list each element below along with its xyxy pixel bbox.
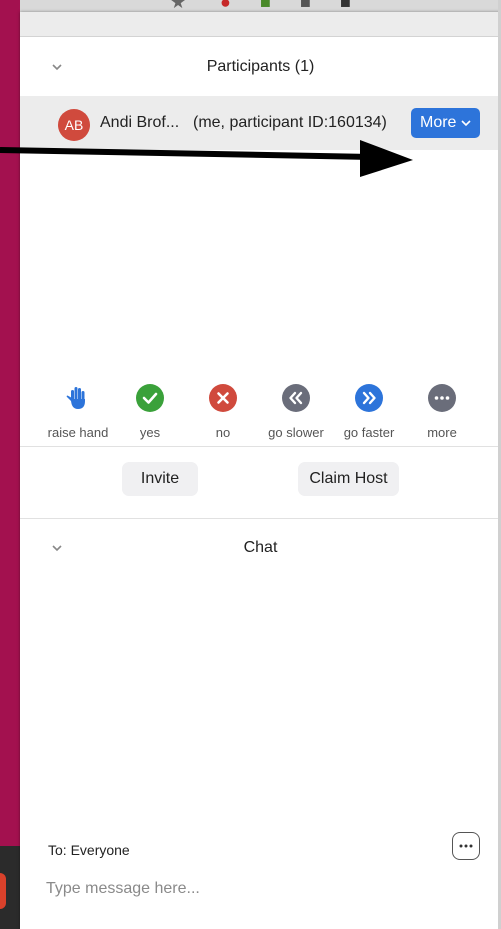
star-icon: ★	[170, 0, 187, 12]
go-slower-button[interactable]: go slower	[261, 384, 331, 440]
check-icon	[136, 384, 164, 412]
background-browser-toolbar: ★ ● ■ ■ ■	[20, 0, 501, 12]
divider	[20, 518, 501, 519]
more-reactions-button[interactable]: more	[407, 384, 477, 440]
chat-title: Chat	[243, 539, 278, 556]
reaction-label: no	[215, 425, 231, 440]
more-button-label: More	[420, 114, 457, 131]
invite-button[interactable]: Invite	[122, 462, 198, 496]
claim-host-button[interactable]: Claim Host	[298, 462, 399, 496]
chat-recipient-selector[interactable]: To: Everyone	[48, 842, 130, 858]
participant-detail: (me, participant ID:160134)	[193, 114, 387, 131]
no-button[interactable]: no	[188, 384, 258, 440]
chat-header: Chat	[20, 527, 501, 571]
extension-icon: ■	[340, 0, 351, 12]
x-icon	[209, 384, 237, 412]
more-button[interactable]: More	[411, 108, 480, 138]
ellipsis-icon	[428, 384, 456, 412]
background-app-icon	[0, 873, 6, 909]
reaction-bar: raise hand yes no go slower go faster mo…	[20, 384, 501, 444]
reaction-label: go faster	[343, 425, 395, 440]
reaction-label: yes	[139, 425, 161, 440]
divider	[20, 446, 501, 447]
raise-hand-button[interactable]: raise hand	[43, 384, 113, 440]
window-title-bar[interactable]	[20, 12, 501, 37]
raised-hand-icon	[66, 387, 85, 409]
extension-icon: ●	[220, 0, 231, 12]
extension-icon: ■	[300, 0, 311, 12]
ellipsis-icon	[459, 844, 473, 848]
participant-row[interactable]: AB Andi Brof... (me, participant ID:1601…	[20, 96, 501, 150]
participants-title: Participants (1)	[206, 58, 315, 75]
fast-forward-icon	[355, 384, 383, 412]
reaction-label: go slower	[268, 425, 324, 440]
extension-icon: ■	[260, 0, 271, 12]
chevron-down-icon	[461, 120, 471, 127]
participants-header: Participants (1)	[20, 46, 501, 90]
avatar: AB	[58, 109, 90, 141]
participants-chat-panel: Participants (1) AB Andi Brof... (me, pa…	[20, 12, 501, 929]
go-faster-button[interactable]: go faster	[334, 384, 404, 440]
chat-message-input[interactable]	[46, 874, 466, 904]
reaction-label: raise hand	[47, 425, 109, 440]
rewind-icon	[282, 384, 310, 412]
participant-name: Andi Brof...	[100, 114, 180, 131]
yes-button[interactable]: yes	[115, 384, 185, 440]
reaction-label: more	[427, 425, 457, 440]
chat-more-options-button[interactable]	[452, 832, 480, 860]
